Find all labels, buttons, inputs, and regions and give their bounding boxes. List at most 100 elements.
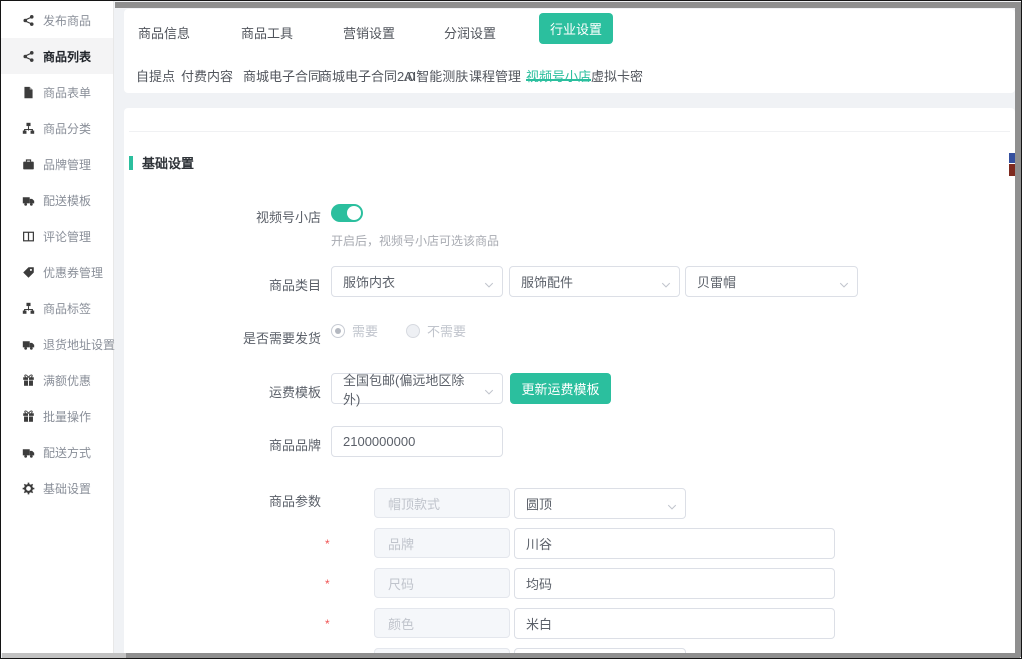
main-panel: 基础设置 视频号小店 开启后，视频号小店可选该商品 商品类目 服饰内衣 服饰配件… (124, 108, 1015, 659)
toggle-knob (347, 206, 361, 220)
share-nodes-icon (22, 14, 35, 27)
param-name-color: 颜色 (374, 608, 510, 638)
subtab-virtual-card[interactable]: 虚拟卡密 (591, 66, 643, 85)
category-select-level1[interactable]: 服饰内衣 (331, 266, 503, 297)
video-shop-toggle[interactable] (331, 204, 363, 222)
sidebar-item-return-address[interactable]: 退货地址设置 (1, 326, 113, 362)
tab-product-tools[interactable]: 商品工具 (241, 23, 293, 42)
horizontal-scrollbar-top[interactable] (115, 2, 1020, 8)
active-subtab-underline (526, 79, 591, 81)
sidebar-item-label: 配送方式 (43, 444, 91, 461)
truck-icon (22, 446, 35, 459)
required-asterisk: * (325, 537, 335, 551)
required-asterisk: * (325, 617, 335, 631)
sidebar-item-label: 品牌管理 (43, 156, 91, 173)
product-brand-input[interactable] (331, 426, 503, 457)
select-value: 圆顶 (526, 494, 552, 513)
sidebar-item-review-management[interactable]: 评论管理 (1, 218, 113, 254)
category-select-level3[interactable]: 贝雷帽 (685, 266, 858, 297)
category-label: 商品类目 (124, 275, 321, 294)
param-value-input-size[interactable] (514, 568, 835, 599)
subtab-pickup-point[interactable]: 自提点 (136, 66, 175, 85)
section-title-text: 基础设置 (142, 153, 194, 172)
gift-icon (22, 410, 35, 423)
subtab-course-management[interactable]: 课程管理 (469, 66, 521, 85)
radio-no-shipping[interactable]: 不需要 (406, 321, 466, 340)
sitemap-icon (22, 122, 35, 135)
radio-need-shipping[interactable]: 需要 (331, 321, 378, 340)
tab-marketing-settings[interactable]: 营销设置 (343, 23, 395, 42)
sidebar-item-coupon-management[interactable]: 优惠券管理 (1, 254, 113, 290)
horizontal-scrollbar-thumb[interactable] (126, 653, 1020, 659)
sidebar-item-label: 优惠券管理 (43, 264, 103, 281)
tab-product-info[interactable]: 商品信息 (138, 23, 190, 42)
video-shop-label: 视频号小店 (124, 207, 321, 226)
sidebar-item-batch-operation[interactable]: 批量操作 (1, 398, 113, 434)
sidebar-item-delivery-template[interactable]: 配送模板 (1, 182, 113, 218)
radio-label: 不需要 (427, 321, 466, 340)
sidebar-item-delivery-method[interactable]: 配送方式 (1, 434, 113, 470)
freight-template-label: 运费模板 (124, 382, 321, 401)
product-params-label: 商品参数 (124, 491, 321, 510)
update-freight-template-button[interactable]: 更新运费模板 (510, 373, 611, 404)
tabs-panel: 商品信息 商品工具 营销设置 分润设置 行业设置 自提点 付费内容 商城电子合同… (124, 9, 1015, 93)
category-select-level2[interactable]: 服饰配件 (509, 266, 680, 297)
chevron-down-icon (484, 385, 494, 395)
chevron-down-icon (839, 278, 849, 288)
chevron-down-icon (661, 278, 671, 288)
sidebar-item-label: 商品列表 (43, 48, 91, 65)
param-name-brand: 品牌 (374, 528, 510, 558)
delivery-required-label: 是否需要发货 (124, 328, 321, 347)
product-brand-label: 商品品牌 (124, 435, 321, 454)
sidebar-item-product-category[interactable]: 商品分类 (1, 110, 113, 146)
param-value-input-brand[interactable] (514, 528, 835, 559)
file-icon (22, 86, 35, 99)
freight-template-select[interactable]: 全国包邮(偏远地区除外) (331, 373, 503, 404)
subtab-mall-econtract-2[interactable]: 商城电子合同2.0 (319, 66, 415, 85)
section-title-accent-bar (129, 156, 133, 170)
subtab-mall-econtract[interactable]: 商城电子合同 (243, 66, 321, 85)
tab-industry-settings-active[interactable]: 行业设置 (539, 13, 613, 44)
sidebar-item-full-discount[interactable]: 满额优惠 (1, 362, 113, 398)
sidebar-item-publish-product[interactable]: 发布商品 (1, 2, 113, 38)
sidebar-item-product-tags[interactable]: 商品标签 (1, 290, 113, 326)
subtab-ai-skin-test[interactable]: AI智能测肤 (404, 66, 468, 85)
select-value: 服饰配件 (521, 272, 573, 291)
gift-icon (22, 374, 35, 387)
tab-profit-settings[interactable]: 分润设置 (444, 23, 496, 42)
gear-icon (22, 482, 35, 495)
sidebar-item-label: 满额优惠 (43, 372, 91, 389)
tag-icon (22, 266, 35, 279)
param-name-hat-top-style: 帽顶款式 (374, 488, 510, 518)
sidebar-item-label: 配送模板 (43, 192, 91, 209)
sidebar: 发布商品 商品列表 商品表单 商品分类 品牌管理 配送模板 评论管理 优惠券管理… (1, 1, 114, 653)
delivery-required-radio-group: 需要 不需要 (331, 321, 494, 340)
param-value-select-hat-top[interactable]: 圆顶 (514, 488, 686, 519)
subtab-paid-content[interactable]: 付费内容 (181, 66, 233, 85)
sidebar-item-label: 评论管理 (43, 228, 91, 245)
radio-dot (331, 324, 345, 338)
truck-icon (22, 194, 35, 207)
sidebar-item-product-list[interactable]: 商品列表 (1, 38, 113, 74)
radio-label: 需要 (352, 321, 378, 340)
vertical-scrollbar[interactable] (1015, 2, 1022, 657)
sidebar-item-label: 商品表单 (43, 84, 91, 101)
section-title: 基础设置 (129, 153, 194, 172)
select-value: 服饰内衣 (343, 272, 395, 291)
clipped-float-widget-top (1009, 153, 1015, 163)
select-value: 贝雷帽 (697, 272, 736, 291)
clipped-float-widget-bottom (1009, 164, 1015, 176)
sidebar-item-label: 退货地址设置 (43, 336, 115, 353)
sidebar-item-product-form[interactable]: 商品表单 (1, 74, 113, 110)
param-name-size: 尺码 (374, 568, 510, 598)
required-asterisk: * (325, 577, 335, 591)
sidebar-item-basic-settings[interactable]: 基础设置 (1, 470, 113, 506)
share-nodes-icon (22, 50, 35, 63)
subtab-channels-shop-active[interactable]: 视频号小店 (526, 66, 591, 85)
param-value-input-color[interactable] (514, 608, 835, 639)
sidebar-item-brand-management[interactable]: 品牌管理 (1, 146, 113, 182)
sidebar-item-label: 商品分类 (43, 120, 91, 137)
sidebar-item-label: 商品标签 (43, 300, 91, 317)
sidebar-item-label: 发布商品 (43, 12, 91, 29)
video-shop-helper-text: 开启后，视频号小店可选该商品 (331, 232, 499, 249)
